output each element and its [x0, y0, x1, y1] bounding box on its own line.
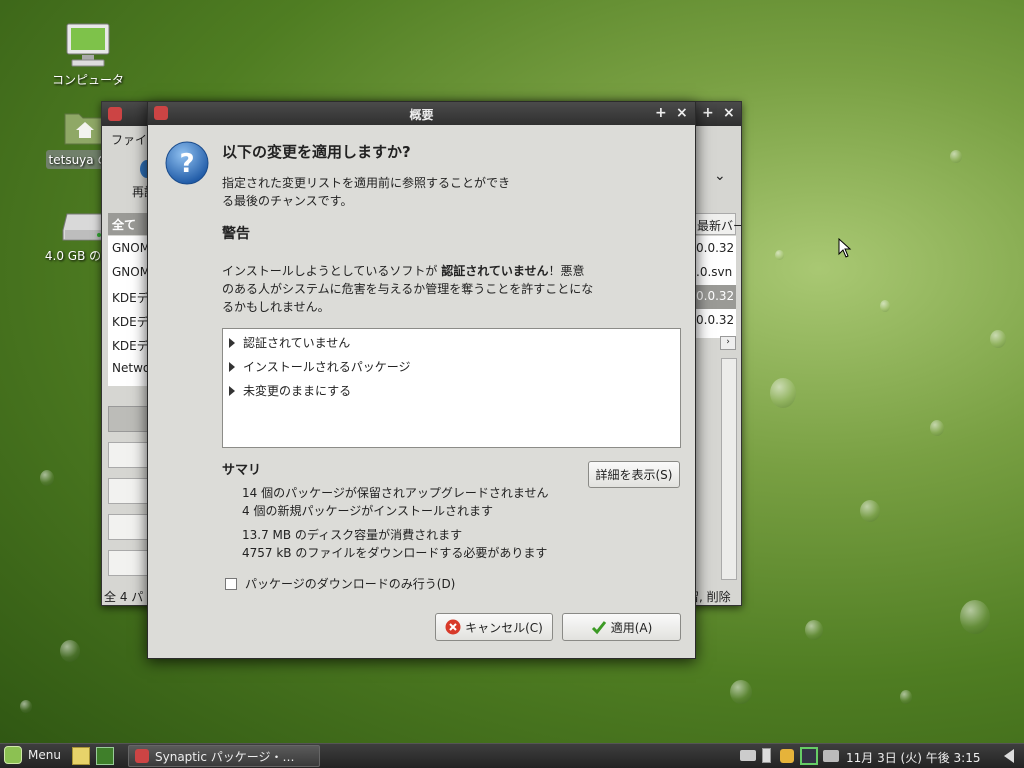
show-details-button[interactable]: 詳細を表示(S)	[588, 461, 680, 488]
cancel-icon	[445, 619, 461, 635]
synaptic-app-icon	[135, 749, 149, 763]
network-icon[interactable]	[800, 747, 818, 765]
computer-icon	[66, 23, 110, 67]
keyboard-icon[interactable]	[740, 750, 756, 761]
expander-icon[interactable]	[229, 385, 235, 396]
warning-text-part: ！悪意	[548, 264, 585, 278]
mouse-pointer-icon	[838, 238, 852, 258]
maximize-icon[interactable]: +	[655, 104, 667, 122]
summary-text: 4 個の新規パッケージがインストールされます	[242, 504, 493, 518]
warning-text-part: インストールしようとしているソフトが	[222, 264, 442, 278]
show-details-label: 詳細を表示(S)	[595, 468, 673, 482]
apply-label: 適用(A)	[610, 620, 653, 635]
section-button[interactable]	[108, 442, 150, 468]
warning-text: るかもしれません。	[222, 300, 330, 314]
package-list[interactable]: 0.0.32 .0.svn 0.0.32 0.0.32	[694, 236, 736, 338]
version-cell: 0.0.32	[694, 285, 736, 309]
desktop-icon-computer[interactable]: コンピュータ	[33, 22, 143, 89]
intro-text: る最後のチャンスです。	[222, 194, 353, 208]
section-button[interactable]	[108, 550, 150, 576]
tree-item-to-install[interactable]: インストールされるパッケージ	[229, 358, 411, 375]
text-editor-launcher-icon[interactable]	[72, 747, 90, 765]
taskbar-label: Synaptic パッケージ・…	[155, 749, 295, 764]
changes-tree[interactable]: 認証されていません インストールされるパッケージ 未変更のままにする	[222, 328, 681, 448]
filter-list[interactable]: GNOM GNOM KDEデ KDEデ KDEデ Netwo	[108, 236, 150, 386]
menu-button[interactable]: Menu	[4, 746, 61, 764]
dialog-question: 以下の変更を適用しますか?	[222, 143, 411, 161]
dialog-title: 概要	[409, 108, 434, 122]
list-item[interactable]: KDEデ	[112, 313, 149, 330]
list-item[interactable]: KDEデ	[112, 289, 149, 306]
section-button[interactable]	[108, 478, 150, 504]
warning-text: インストールしようとしているソフトが 認証されていません！悪意	[222, 262, 585, 280]
cancel-button[interactable]: キャンセル(C)	[435, 613, 553, 641]
section-button[interactable]	[108, 514, 150, 540]
status-bar-left: 全 4 パ	[104, 590, 144, 604]
summary-text: 14 個のパッケージが保留されアップグレードされません	[242, 486, 549, 500]
lock-icon[interactable]	[780, 749, 794, 763]
expander-icon[interactable]	[229, 337, 235, 348]
filter-header[interactable]: 全て	[108, 213, 148, 235]
menu-label: Menu	[28, 748, 61, 762]
taskbar-synaptic[interactable]: Synaptic パッケージ・…	[128, 745, 320, 767]
synaptic-app-icon	[108, 107, 122, 121]
drive-icon[interactable]	[823, 750, 839, 762]
download-only-label[interactable]: パッケージのダウンロードのみ行う(D)	[245, 575, 455, 593]
maximize-icon[interactable]: +	[702, 104, 714, 122]
description-scrollbar[interactable]	[721, 358, 737, 580]
version-cell: .0.svn	[696, 265, 733, 279]
warning-unauthenticated: 認証されていません	[441, 264, 549, 278]
list-item[interactable]: GNOM	[112, 265, 150, 279]
dialog-titlebar[interactable]: 概要 + ×	[148, 102, 695, 125]
list-item[interactable]: Netwo	[112, 361, 150, 375]
svg-text:?: ?	[179, 149, 194, 179]
list-item[interactable]: KDEデ	[112, 337, 149, 354]
summary-text: 4757 kB のファイルをダウンロードする必要があります	[242, 546, 548, 560]
scroll-right-icon[interactable]: ›	[720, 336, 736, 350]
warning-text: のある人がシステムに危害を与えるか管理を奪うことを許すことにな	[222, 282, 594, 296]
desktop-icon-label: コンピュータ	[51, 73, 124, 87]
clock[interactable]: 11月 3日 (火) 午後 3:15	[846, 749, 980, 766]
summary-dialog[interactable]: 概要 + × ? 以下の変更を適用しますか? 指定された変更リストを適用前に参照…	[147, 101, 696, 659]
summary-text: 13.7 MB のディスク容量が消費されます	[242, 528, 463, 542]
cancel-label: キャンセル(C)	[465, 620, 543, 635]
tree-item-unchanged[interactable]: 未変更のままにする	[229, 382, 351, 399]
version-cell: 0.0.32	[696, 313, 735, 327]
apply-button[interactable]: 適用(A)	[562, 613, 681, 641]
close-icon[interactable]: ×	[723, 104, 735, 122]
tree-item-label: 未変更のままにする	[243, 384, 352, 398]
bottom-panel: Menu Synaptic パッケージ・… 11月 3日 (火) 午後 3:15	[0, 743, 1024, 768]
version-cell: 0.0.32	[696, 241, 735, 255]
section-button[interactable]	[108, 406, 150, 432]
tree-item-label: インストールされるパッケージ	[243, 360, 411, 374]
download-only-checkbox[interactable]	[225, 578, 237, 590]
checkmark-icon	[591, 621, 606, 635]
terminal-launcher-icon[interactable]	[96, 747, 114, 765]
mint-logo-icon	[4, 746, 22, 764]
battery-icon[interactable]	[762, 748, 771, 763]
warning-heading: 警告	[222, 226, 250, 242]
summary-heading: サマリ	[222, 463, 262, 478]
volume-icon[interactable]	[1004, 749, 1014, 763]
tree-item-unauthenticated[interactable]: 認証されていません	[229, 334, 350, 351]
tree-item-label: 認証されていません	[243, 336, 351, 350]
chevron-down-icon[interactable]: ⌄	[714, 168, 726, 184]
expander-icon[interactable]	[229, 361, 235, 372]
list-item[interactable]: GNOM	[112, 241, 150, 255]
column-header-latest[interactable]: 最新バー	[694, 213, 741, 235]
question-icon: ?	[165, 141, 209, 185]
menu-file[interactable]: ファイ	[111, 131, 147, 148]
close-icon[interactable]: ×	[676, 104, 688, 122]
intro-text: 指定された変更リストを適用前に参照することができ	[222, 176, 511, 190]
